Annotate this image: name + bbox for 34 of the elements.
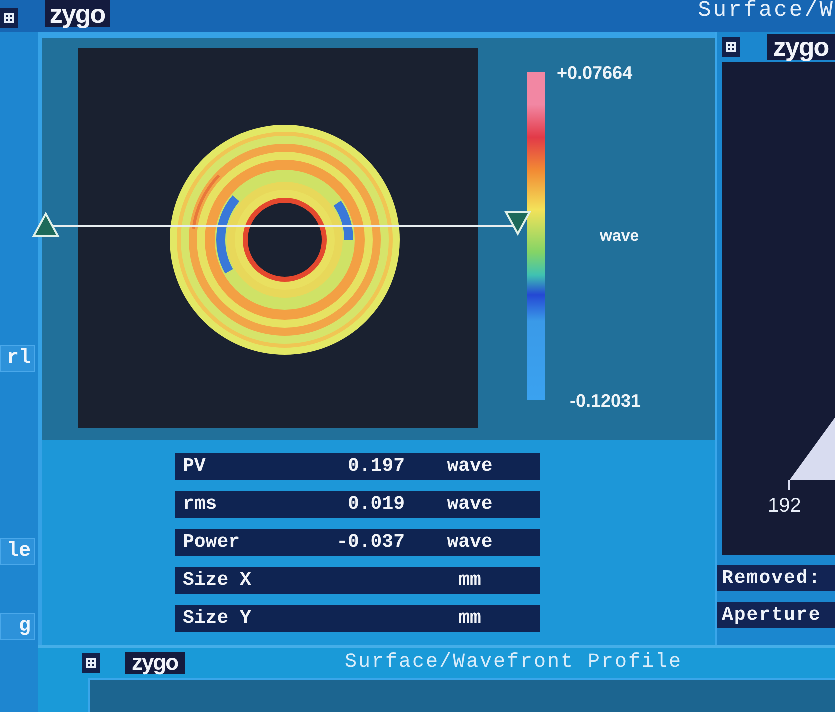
- window-menu-icon[interactable]: [82, 653, 100, 673]
- scale-unit-label: wave: [600, 229, 640, 245]
- window-title: Surface/W: [698, 0, 835, 22]
- result-unit: wave: [447, 457, 493, 476]
- result-label: Size X: [182, 571, 252, 590]
- result-label: Size Y: [182, 609, 252, 628]
- result-unit: wave: [447, 495, 493, 514]
- result-unit: wave: [447, 533, 493, 552]
- result-label: PV: [182, 457, 207, 476]
- scale-min-label: -0.12031: [570, 392, 642, 410]
- axis-label: 192: [768, 496, 802, 516]
- info-field: Aperture: [717, 602, 835, 628]
- app-logo: zygo: [45, 0, 110, 27]
- scale-max-label: +0.07664: [557, 64, 633, 82]
- result-value: 0.019: [346, 495, 405, 514]
- triangle-marker-icon[interactable]: [504, 210, 532, 236]
- window-menu-icon[interactable]: [0, 8, 18, 28]
- app-logo: zygo: [767, 34, 835, 60]
- sidebar-button[interactable]: le: [0, 538, 35, 565]
- histogram-area: [790, 418, 835, 480]
- result-label: rms: [182, 495, 218, 514]
- result-unit: mm: [458, 571, 482, 590]
- panel-title: Surface/Wavefront Profile: [345, 653, 683, 673]
- axis-tick: [788, 480, 790, 490]
- app-logo: zygo: [125, 652, 185, 674]
- triangle-marker-icon[interactable]: [32, 212, 60, 238]
- result-value: -0.037: [336, 533, 405, 552]
- result-value: 0.197: [346, 457, 405, 476]
- window-menu-icon[interactable]: [722, 37, 740, 57]
- result-label: Power: [182, 533, 242, 552]
- info-field: Removed:: [717, 565, 835, 591]
- sidebar-button[interactable]: rl: [0, 345, 35, 372]
- result-unit: mm: [458, 609, 482, 628]
- sidebar-button[interactable]: g: [0, 613, 35, 640]
